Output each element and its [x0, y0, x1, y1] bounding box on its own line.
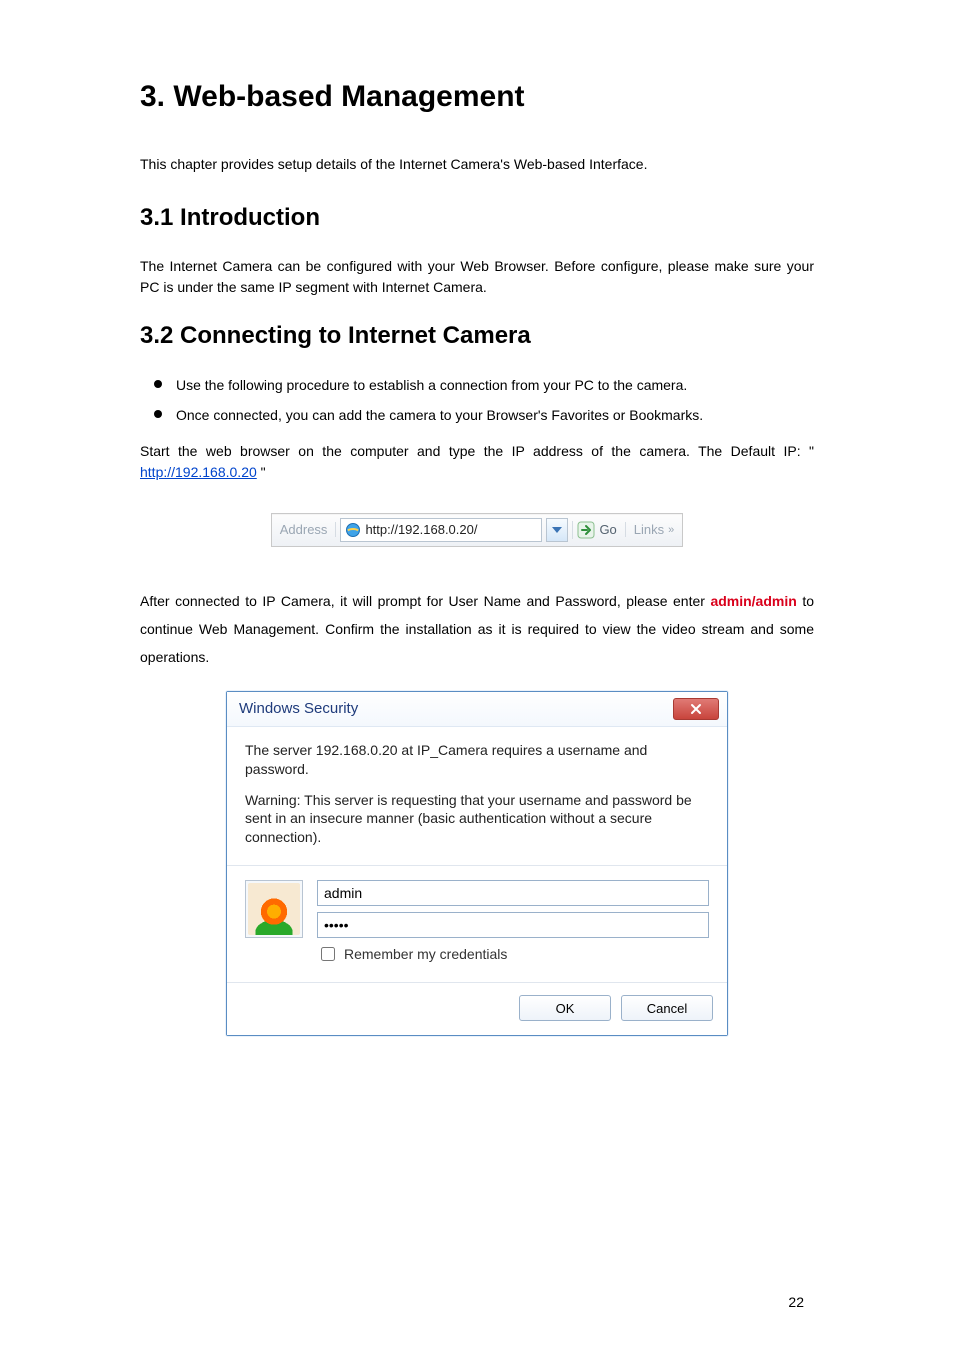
address-dropdown-button[interactable]: [546, 518, 568, 542]
ie-address-bar: Address http://192.168.0.20/: [271, 513, 684, 547]
username-field[interactable]: [317, 880, 709, 906]
ie-icon: [345, 522, 361, 538]
cancel-button[interactable]: Cancel: [621, 995, 713, 1021]
dialog-line-2: Warning: This server is requesting that …: [245, 791, 709, 848]
section-3-1-heading: 3.1 Introduction: [140, 204, 814, 232]
paragraph-mid1: will prompt for User Name and Password, …: [347, 593, 710, 609]
dialog-title-text: Windows Security: [239, 700, 358, 717]
credentials-highlight: admin/admin: [710, 593, 796, 609]
chevron-right-icon: »: [668, 524, 674, 536]
links-button[interactable]: Links »: [625, 522, 682, 537]
remember-credentials-checkbox[interactable]: [321, 947, 335, 961]
windows-security-dialog: Windows Security The server 192.168.0.20…: [226, 691, 728, 1036]
address-field[interactable]: http://192.168.0.20/: [340, 518, 542, 542]
remember-credentials-label[interactable]: Remember my credentials: [317, 944, 709, 964]
section-3-1-body: The Internet Camera can be configured wi…: [140, 256, 814, 298]
go-label: Go: [599, 522, 616, 537]
links-label: Links: [634, 522, 664, 537]
bullet-list: Use the following procedure to establish…: [140, 374, 814, 427]
dialog-titlebar: Windows Security: [227, 692, 727, 727]
paragraph-lead: After connected to IP Camera, it: [140, 593, 347, 609]
page-number: 22: [788, 1294, 804, 1310]
password-field[interactable]: [317, 912, 709, 938]
address-url-text: http://192.168.0.20/: [365, 522, 477, 537]
close-icon: [690, 703, 702, 715]
section-3-2-heading: 3.2 Connecting to Internet Camera: [140, 322, 814, 350]
list-item: Use the following procedure to establish…: [140, 374, 814, 396]
after-connect-paragraph: After connected to IP Camera, it will pr…: [140, 587, 814, 671]
flower-icon: [248, 883, 300, 935]
camera-url-link[interactable]: http://192.168.0.20: [140, 464, 257, 480]
start-browser-paragraph: Start the web browser on the computer an…: [140, 441, 814, 483]
user-avatar: [245, 880, 303, 938]
credentials-row: Remember my credentials: [227, 866, 727, 983]
go-button[interactable]: Go: [572, 521, 624, 539]
go-arrow-icon: [577, 521, 595, 539]
dialog-message-area: The server 192.168.0.20 at IP_Camera req…: [227, 727, 727, 866]
close-button[interactable]: [673, 698, 719, 720]
paragraph-prefix: Start the web browser on the computer an…: [140, 443, 814, 459]
ok-button[interactable]: OK: [519, 995, 611, 1021]
address-label: Address: [272, 522, 337, 537]
paragraph-suffix: ": [257, 464, 266, 480]
page-title: 3. Web-based Management: [140, 80, 814, 114]
list-item: Once connected, you can add the camera t…: [140, 404, 814, 426]
dialog-button-row: OK Cancel: [227, 983, 727, 1035]
dialog-line-1: The server 192.168.0.20 at IP_Camera req…: [245, 741, 709, 779]
chapter-intro-text: This chapter provides setup details of t…: [140, 156, 814, 172]
remember-credentials-text: Remember my credentials: [344, 946, 507, 962]
